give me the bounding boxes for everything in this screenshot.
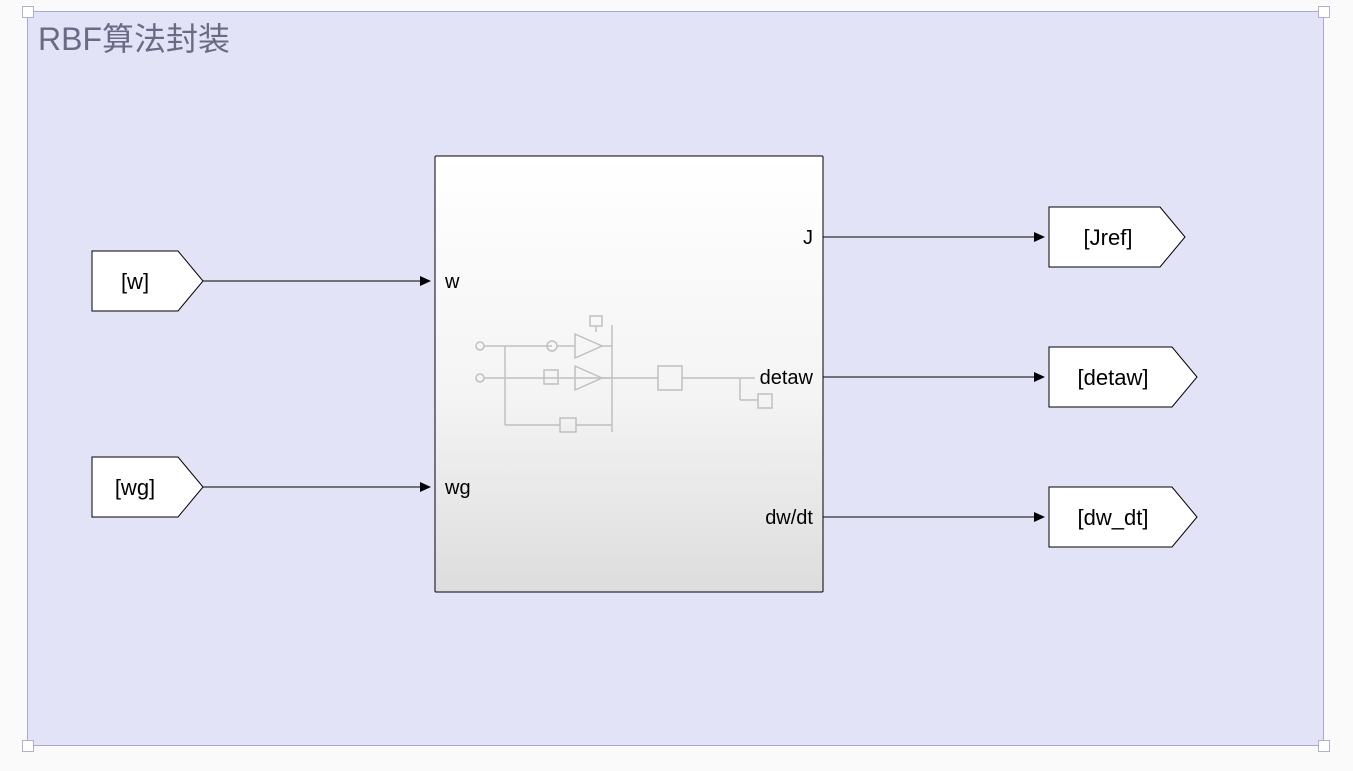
area-title: RBF算法封装: [38, 14, 230, 60]
subsystem-rbf[interactable]: w wg J detaw dw/dt: [435, 156, 823, 592]
subsystem-out3-label: dw/dt: [765, 507, 813, 529]
area-handle-se[interactable]: [1318, 740, 1330, 752]
subsystem-out1-label: J: [803, 227, 813, 249]
area-handle-ne[interactable]: [1318, 6, 1330, 18]
from-block-wg-label: [wg]: [115, 475, 155, 500]
goto-block-jref[interactable]: [Jref]: [1049, 207, 1185, 267]
goto-block-detaw[interactable]: [detaw]: [1049, 347, 1197, 407]
subsystem-in2-label: wg: [444, 477, 471, 499]
goto-block-dwdt[interactable]: [dw_dt]: [1049, 487, 1197, 547]
subsystem-out2-label: detaw: [760, 367, 814, 389]
area-handle-sw[interactable]: [22, 740, 34, 752]
subsystem-in1-label: w: [444, 271, 460, 293]
simulink-canvas[interactable]: RBF算法封装 [w] [wg]: [0, 0, 1353, 771]
goto-block-detaw-label: [detaw]: [1078, 365, 1149, 390]
from-block-w-label: [w]: [121, 269, 149, 294]
goto-block-dwdt-label: [dw_dt]: [1078, 505, 1149, 530]
goto-block-jref-label: [Jref]: [1084, 225, 1133, 250]
area-handle-nw[interactable]: [22, 6, 34, 18]
